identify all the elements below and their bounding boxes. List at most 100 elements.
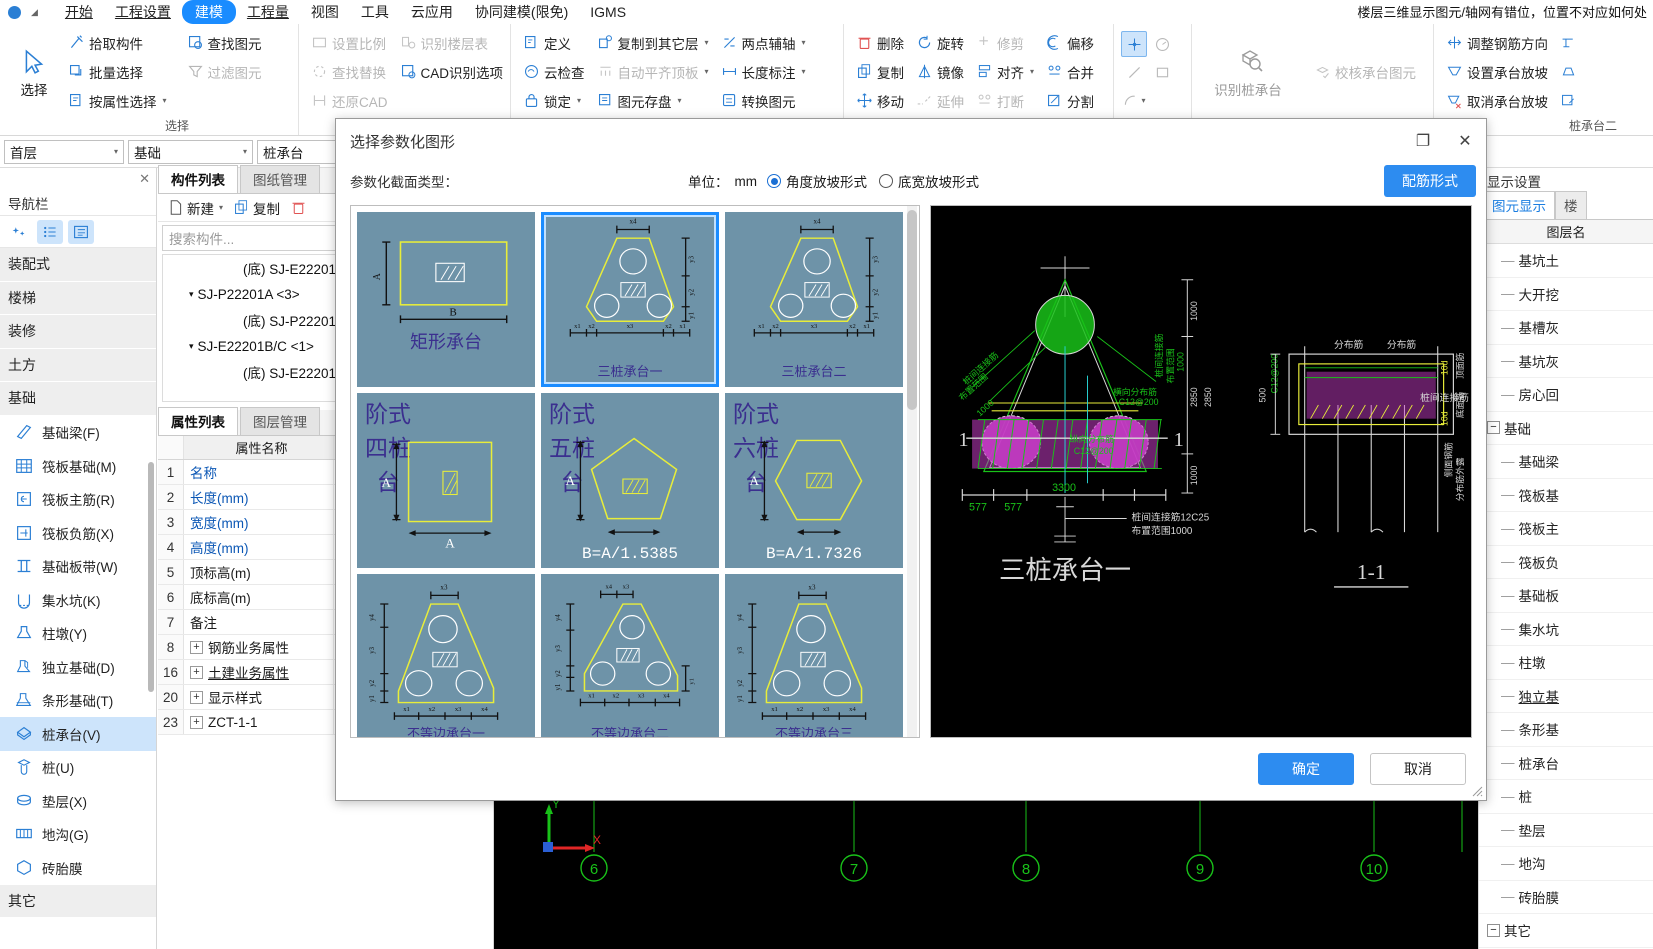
nav-category-stairs[interactable]: 楼梯 bbox=[0, 281, 156, 315]
define-button[interactable]: 定义 bbox=[517, 28, 591, 57]
expand-icon[interactable]: + bbox=[190, 715, 203, 729]
sparkle-icon[interactable] bbox=[6, 220, 32, 244]
restore-cad-button[interactable]: 还原CAD bbox=[305, 86, 394, 115]
copy-button[interactable]: 复制 bbox=[850, 57, 910, 86]
chevron-down-icon[interactable]: ▾ bbox=[114, 147, 118, 156]
sidebar-item-pile-cap[interactable]: 桩承台(V) bbox=[0, 717, 156, 751]
split-button[interactable]: 分割 bbox=[1040, 86, 1100, 115]
find-element-button[interactable]: 查找图元 bbox=[181, 28, 268, 57]
navigation-scrollbar[interactable] bbox=[148, 462, 154, 692]
close-icon[interactable]: ✕ bbox=[1454, 130, 1476, 152]
extend-button[interactable]: 延伸 bbox=[910, 86, 970, 115]
list-view-icon[interactable] bbox=[37, 219, 63, 244]
rotate-button[interactable]: 旋转 bbox=[910, 28, 970, 57]
list-item[interactable]: — 房心回 bbox=[1479, 378, 1653, 412]
sidebar-item-independent-foundation[interactable]: 独立基础(D) bbox=[0, 650, 156, 684]
close-icon[interactable]: ✕ bbox=[139, 171, 150, 187]
list-item[interactable]: — 地沟 bbox=[1479, 847, 1653, 881]
move-button[interactable]: 移动 bbox=[850, 86, 910, 115]
nav-category-earthwork[interactable]: 土方 bbox=[0, 348, 156, 382]
ribbon-tab-igms[interactable]: IGMS bbox=[579, 3, 637, 21]
new-component-button[interactable]: 新建 ▾ bbox=[164, 196, 226, 220]
cad-preview[interactable]: 1 1 桩间连接筋 布置范围 1000 桩间连接筋 布置范围 1000 横向分布… bbox=[930, 205, 1472, 738]
list-item[interactable]: — 基坑土 bbox=[1479, 244, 1653, 278]
collapse-icon[interactable]: − bbox=[1487, 421, 1500, 435]
shape-option-stepped-six-pile[interactable]: 阶式六桩台 A B=A/1.7326 bbox=[725, 393, 903, 568]
shape-option-three-pile-cap-2[interactable]: x4 y3 y2 y1 x1 x2 x3 x2 x1 三桩承台二 bbox=[725, 212, 903, 387]
circle-draw-icon[interactable] bbox=[1149, 31, 1175, 57]
tab-component-list[interactable]: 构件列表 bbox=[158, 165, 238, 193]
slope-option-bottom-width[interactable]: 底宽放坡形式 bbox=[879, 171, 979, 191]
find-replace-button[interactable]: 查找替换 bbox=[305, 57, 394, 86]
slope-option-angle[interactable]: 角度放坡形式 bbox=[767, 171, 867, 191]
dialog-title-bar[interactable]: 选择参数化图形 ❐ ✕ bbox=[336, 119, 1486, 163]
list-item[interactable]: — 桩承台 bbox=[1479, 747, 1653, 780]
tab-element-display[interactable]: 图元显示 bbox=[1483, 191, 1555, 219]
save-element-button[interactable]: 图元存盘 ▾ bbox=[591, 86, 715, 115]
maximize-icon[interactable]: ❐ bbox=[1412, 130, 1434, 152]
rebar-form-button[interactable]: 配筋形式 bbox=[1384, 165, 1476, 197]
shape-option-stepped-five-pile[interactable]: 阶式五桩台 A B=A/1.5385 bbox=[541, 393, 719, 568]
chevron-down-icon[interactable]: ▾ bbox=[189, 341, 194, 352]
extra-op-1-button[interactable] bbox=[1554, 28, 1583, 57]
list-item[interactable]: — 筏板主 bbox=[1479, 512, 1653, 546]
batch-select-button[interactable]: 批量选择 bbox=[62, 57, 173, 86]
navigation-list[interactable]: 装配式 楼梯 装修 土方 基础 基础梁(F) 筏板基础(M) 筏板主筋(R) 筏… bbox=[0, 248, 156, 949]
point-draw-icon[interactable] bbox=[1121, 31, 1147, 57]
auto-align-slab-button[interactable]: 自动平齐顶板 ▾ bbox=[591, 57, 715, 86]
cloud-check-button[interactable]: 云检查 bbox=[517, 57, 591, 86]
chevron-down-icon[interactable]: ▾ bbox=[705, 38, 709, 47]
list-item[interactable]: — 基坑灰 bbox=[1479, 345, 1653, 378]
nav-category-decoration[interactable]: 装修 bbox=[0, 315, 156, 349]
copy-component-button[interactable]: 复制 bbox=[230, 196, 283, 220]
expand-icon[interactable]: + bbox=[190, 640, 203, 654]
list-item[interactable]: — 集水坑 bbox=[1479, 613, 1653, 646]
sidebar-item-foundation-beam[interactable]: 基础梁(F) bbox=[0, 416, 156, 450]
delete-component-button[interactable] bbox=[287, 197, 310, 218]
cancel-button[interactable]: 取消 bbox=[1370, 753, 1466, 785]
list-item[interactable]: — 垫层 bbox=[1479, 814, 1653, 847]
list-item[interactable]: — 独立基 bbox=[1479, 680, 1653, 713]
check-cap-element-button[interactable]: 校核承台图元 bbox=[1308, 58, 1422, 87]
chevron-down-icon[interactable]: ▾ bbox=[243, 147, 247, 156]
tab-floor-display[interactable]: 楼 bbox=[1555, 191, 1587, 219]
ribbon-tab-modeling[interactable]: 建模 bbox=[181, 0, 236, 24]
arc-draw-icon[interactable]: ▾ bbox=[1121, 87, 1147, 113]
ribbon-tab-view[interactable]: 视图 bbox=[300, 1, 350, 23]
length-dim-button[interactable]: 长度标注 ▾ bbox=[715, 57, 812, 86]
mirror-button[interactable]: 镜像 bbox=[910, 57, 970, 86]
chevron-down-icon[interactable]: ▾ bbox=[219, 203, 223, 212]
sidebar-item-trench[interactable]: 地沟(G) bbox=[0, 818, 156, 852]
select-by-property-button[interactable]: 按属性选择 ▾ bbox=[62, 86, 173, 115]
collapse-icon[interactable]: − bbox=[1487, 923, 1500, 937]
expand-icon[interactable]: + bbox=[190, 690, 203, 704]
viewport-3d[interactable]: 6 7 8 9 10 Y X bbox=[494, 790, 1478, 949]
ribbon-tab-cloud[interactable]: 云应用 bbox=[400, 1, 464, 23]
ribbon-tab-tools[interactable]: 工具 bbox=[350, 1, 400, 23]
shape-grid-scrollbar[interactable] bbox=[907, 210, 917, 410]
adjust-rebar-direction-button[interactable]: 调整钢筋方向 bbox=[1440, 28, 1554, 57]
lock-button[interactable]: 锁定 ▾ bbox=[517, 86, 591, 115]
shape-option-unequal-cap-2[interactable]: x4 x3 y4 y3 y2 y1 y1 x1 x2 x3 x4 不等边承台二 bbox=[541, 574, 719, 737]
cad-options-button[interactable]: CAD识别选项 bbox=[394, 57, 510, 86]
sidebar-item-column-pier[interactable]: 柱墩(Y) bbox=[0, 617, 156, 651]
expand-icon[interactable]: + bbox=[190, 665, 203, 679]
list-item[interactable]: — 柱墩 bbox=[1479, 646, 1653, 680]
nav-category-other[interactable]: 其它 bbox=[0, 884, 156, 918]
shape-grid-container[interactable]: A B 矩形承台 x4 y3 y2 y1 x1 x2 x3 x2 x1 三桩承台… bbox=[350, 205, 920, 738]
copy-to-layer-button[interactable]: 复制到其它层 ▾ bbox=[591, 28, 715, 57]
set-scale-button[interactable]: 设置比例 bbox=[305, 28, 394, 57]
pick-component-button[interactable]: 拾取构件 bbox=[62, 28, 173, 57]
rect-draw-icon[interactable] bbox=[1149, 59, 1175, 85]
list-item[interactable]: — 基础梁 bbox=[1479, 445, 1653, 479]
trim-button[interactable]: 修剪 bbox=[970, 28, 1040, 57]
structure-selector[interactable]: 基础 ▾ bbox=[128, 139, 253, 164]
list-item-group[interactable]: − 其它 bbox=[1479, 914, 1653, 948]
chevron-down-icon[interactable]: ▾ bbox=[802, 38, 806, 47]
two-point-axis-button[interactable]: 两点辅轴 ▾ bbox=[715, 28, 812, 57]
tab-drawing-management[interactable]: 图纸管理 bbox=[240, 165, 320, 193]
list-item[interactable]: — 筏板基 bbox=[1479, 479, 1653, 512]
merge-button[interactable]: 合并 bbox=[1040, 57, 1100, 86]
chevron-down-icon[interactable]: ▾ bbox=[163, 96, 167, 105]
shape-option-unequal-cap-1[interactable]: x3 y4 y3 y2 y1 x1 x2 x3 x4 不等边承台一 bbox=[357, 574, 535, 737]
